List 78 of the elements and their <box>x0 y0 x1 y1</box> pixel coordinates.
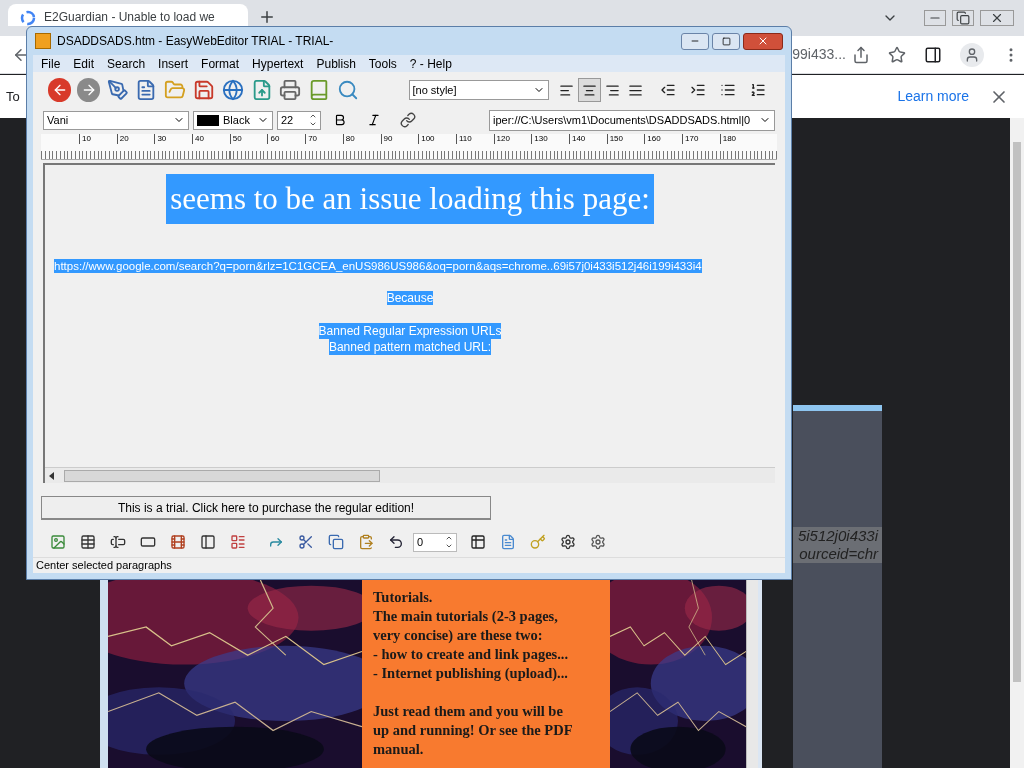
minimize-button[interactable] <box>681 32 709 50</box>
menu-item[interactable]: File <box>41 54 61 73</box>
blocked-url: https://www.google.com/search?q=porn&rlz=1C1GCEA_enUS986US986&oq=porn&aqs=chrome..69i57j0i433i512j46i199i433i4 <box>54 259 702 273</box>
forward-icon[interactable] <box>77 78 101 102</box>
ruler-number: 180 <box>719 134 758 144</box>
path-select[interactable]: iper://C:\Users\vm1\Documents\DSADDSADS.html|0 <box>489 109 775 131</box>
window-title: DSADDSADS.htm - EasyWebEditor TRIAL - TRIAL- <box>57 33 334 50</box>
undo-spinner[interactable]: 0 <box>413 532 457 552</box>
menu-item[interactable]: ? - Help <box>409 54 452 73</box>
star-icon[interactable] <box>888 45 906 64</box>
tab-title: E2Guardian - Unable to load we <box>44 9 215 26</box>
ruler-number: 60 <box>267 134 306 144</box>
reason-text: Banned pattern matched URL: <box>328 339 492 355</box>
address-text: 99i433... <box>792 45 846 64</box>
font-select[interactable]: Vani <box>43 110 189 130</box>
trial-button[interactable]: This is a trial. Click here to purchase the regular edition! <box>41 496 491 520</box>
new-tab-icon[interactable] <box>258 8 276 26</box>
close-icon <box>757 35 769 47</box>
style-select[interactable]: [no style] <box>408 80 550 100</box>
align-justify-icon <box>628 82 644 98</box>
align-center-icon <box>582 82 598 98</box>
side-panel-icon[interactable] <box>924 45 942 64</box>
ruler-number: 40 <box>192 134 230 144</box>
ruler-number: 140 <box>568 134 607 144</box>
ruler-number: 120 <box>493 134 532 144</box>
align-right-icon <box>605 82 621 98</box>
maximize-button[interactable] <box>712 32 740 50</box>
ruler-number: 80 <box>342 134 381 144</box>
ruler-number: 110 <box>455 134 494 144</box>
color-select[interactable]: Black <box>193 110 273 130</box>
menu-item[interactable]: Publish <box>316 54 356 73</box>
browser-tab[interactable]: E2Guardian - Unable to load we <box>8 4 248 26</box>
help-text: The main tutorials (2-3 pages, very concise) are these two: <box>373 607 559 645</box>
profile-icon[interactable] <box>960 42 984 67</box>
horizontal-scrollbar[interactable] <box>45 467 775 483</box>
help-text: - how to create and link pages... <box>373 645 570 664</box>
menu-item[interactable]: Format <box>201 54 240 73</box>
document-heading: seems to be an issue loading this page: <box>166 174 654 224</box>
align-left-icon <box>559 82 575 98</box>
scrollbar[interactable] <box>1010 118 1024 768</box>
align-button[interactable] <box>578 78 602 102</box>
close-icon[interactable] <box>980 10 1014 26</box>
menu-item[interactable]: Edit <box>73 54 95 73</box>
app-icon <box>35 33 51 49</box>
status-text: Center selected paragraphs <box>36 558 172 574</box>
ruler-number: 30 <box>154 134 193 144</box>
close-button[interactable] <box>743 32 783 50</box>
menu-item[interactable]: Tools <box>368 54 397 73</box>
menu-item[interactable]: Insert <box>158 54 189 73</box>
ruler-number: 130 <box>531 134 569 144</box>
maximize-icon <box>721 36 731 46</box>
info-text: To <box>6 87 20 106</box>
restore-icon[interactable] <box>952 10 974 26</box>
reason-text: Banned Regular Expression URLs <box>318 323 502 339</box>
ruler-number: 160 <box>644 134 682 144</box>
ruler-number: 150 <box>606 134 645 144</box>
learn-more-link[interactable]: Learn more <box>897 86 969 107</box>
url-fragment: 5i512j0i433i <box>797 527 880 545</box>
scroll-left-icon[interactable] <box>49 471 54 480</box>
ruler-number: 10 <box>79 134 117 144</box>
menu-item[interactable]: Hypertext <box>252 54 304 73</box>
size-spinner[interactable]: 22 <box>277 110 321 130</box>
back-icon[interactable] <box>48 78 72 102</box>
help-text: Tutorials. <box>373 588 434 607</box>
share-icon[interactable] <box>852 45 870 64</box>
help-text: - Internet publishing (upload)... <box>373 664 569 683</box>
scrollbar[interactable] <box>746 580 758 768</box>
because-text: Because <box>386 291 434 305</box>
ruler-number: 170 <box>682 134 720 144</box>
url-fragment: ourceid=chr <box>799 545 880 563</box>
ruler-number: 100 <box>418 134 456 144</box>
ruler-number: 90 <box>380 134 419 144</box>
g-logo-icon <box>20 10 36 26</box>
ruler-number: 70 <box>305 134 343 144</box>
ruler-number: 20 <box>116 134 155 144</box>
help-text: Just read them and you will be up and running! Or see the PDF manual. <box>373 702 573 759</box>
ruler-number: 50 <box>229 134 268 144</box>
menu-item[interactable]: Search <box>107 54 146 73</box>
